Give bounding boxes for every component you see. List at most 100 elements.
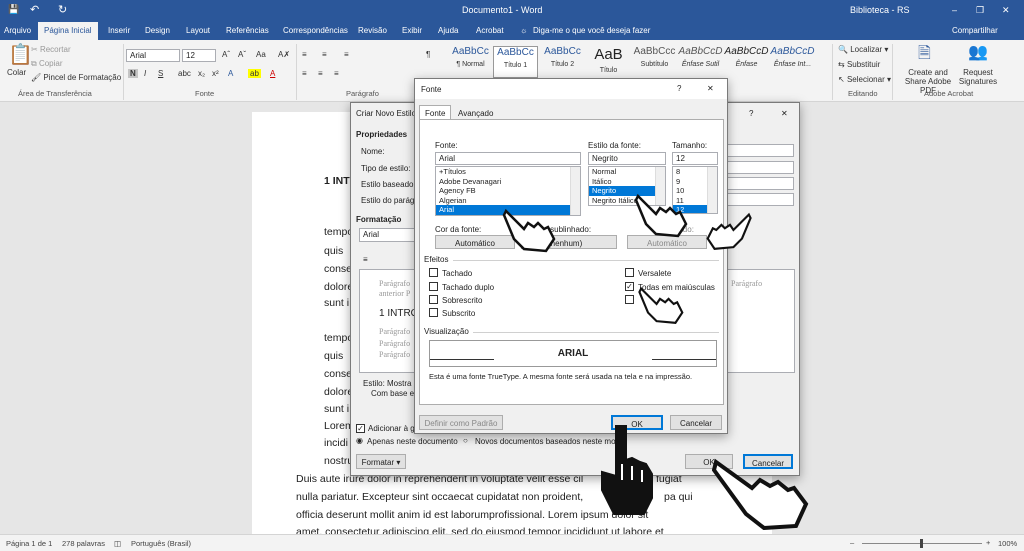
zoom-level[interactable]: 100% xyxy=(998,539,1017,548)
style-enfase-intensa[interactable]: AaBbCcD Ênfase Int... xyxy=(770,46,815,78)
proofing-icon[interactable]: ◫ xyxy=(114,539,121,548)
size-input[interactable]: 12 xyxy=(672,152,718,165)
find-button[interactable]: 🔍 Localizar ▾ xyxy=(838,45,888,54)
clear-format-icon[interactable]: A✗ xyxy=(278,50,290,59)
numbering-icon[interactable]: ≡ xyxy=(322,50,327,59)
bullets-icon[interactable]: ≡ xyxy=(302,50,307,59)
style-titulo[interactable]: AaB Título xyxy=(586,46,631,78)
font-option[interactable]: +Títulos xyxy=(436,167,580,177)
align-icon[interactable]: ≡ xyxy=(363,255,368,264)
paste-button[interactable]: Colar xyxy=(7,68,26,77)
tab-pagina-inicial[interactable]: Página Inicial xyxy=(38,22,98,40)
bold-button[interactable]: N xyxy=(128,69,138,78)
tab-design[interactable]: Design xyxy=(145,26,170,35)
restore-icon[interactable]: ❐ xyxy=(976,5,984,16)
highlight-icon[interactable]: ab xyxy=(248,69,261,78)
multilevel-icon[interactable]: ≡ xyxy=(344,50,349,59)
account-name[interactable]: Biblioteca - RS xyxy=(850,5,910,15)
cut-button[interactable]: ✂ Recortar xyxy=(31,45,71,54)
font-option[interactable]: Agency FB xyxy=(436,186,580,196)
style-titulo2[interactable]: AaBbCc Título 2 xyxy=(540,46,585,78)
minimize-icon[interactable]: – xyxy=(952,5,957,15)
page-count[interactable]: Página 1 de 1 xyxy=(6,539,52,548)
tab-correspondencias[interactable]: Correspondências xyxy=(283,26,348,35)
subscript-checkbox[interactable] xyxy=(429,308,438,317)
next-style-select[interactable] xyxy=(726,193,794,206)
format-painter-button[interactable]: 🖌 Pincel de Formatação xyxy=(31,73,121,82)
select-button[interactable]: ↖ Selecionar ▾ xyxy=(838,75,891,84)
underline-button[interactable]: S xyxy=(158,69,163,78)
subscript-button[interactable]: x₂ xyxy=(198,69,205,78)
font-close-icon[interactable]: ✕ xyxy=(707,84,714,93)
font-color-icon[interactable]: A xyxy=(270,69,275,78)
style-titulo1[interactable]: AaBbCc Título 1 xyxy=(493,46,538,78)
small-caps-checkbox[interactable] xyxy=(625,268,634,277)
share-button[interactable]: Compartilhar xyxy=(952,26,998,35)
superscript-button[interactable]: x² xyxy=(212,69,219,78)
tab-acrobat[interactable]: Acrobat xyxy=(476,26,504,35)
zoom-in-icon[interactable]: + xyxy=(986,538,990,547)
word-count[interactable]: 278 palavras xyxy=(62,539,105,548)
align-right-icon[interactable]: ≡ xyxy=(334,69,339,78)
grow-font-icon[interactable]: Aˆ xyxy=(222,50,230,59)
tab-advanced[interactable]: Avançado xyxy=(458,109,493,118)
style-name-field[interactable] xyxy=(726,144,794,157)
style-subtitulo[interactable]: AaBbCcc Subtítulo xyxy=(632,46,677,78)
style-close-icon[interactable]: ✕ xyxy=(781,109,788,118)
new-docs-radio[interactable]: ○ xyxy=(463,436,468,445)
style-option[interactable]: Normal xyxy=(589,167,665,177)
font-style-input[interactable]: Negrito xyxy=(588,152,666,165)
style-enfase-sutil[interactable]: AaBbCcD Ênfase Sutil xyxy=(678,46,723,78)
tab-revisao[interactable]: Revisão xyxy=(358,26,387,35)
font-option[interactable]: Algerian xyxy=(436,196,580,206)
tell-me-box[interactable]: Diga-me o que você deseja fazer xyxy=(533,26,650,35)
style-type-select[interactable] xyxy=(726,161,794,174)
font-help-icon[interactable]: ? xyxy=(677,84,681,93)
paste-icon[interactable]: 📋 xyxy=(8,42,33,67)
style-help-icon[interactable]: ? xyxy=(749,109,753,118)
zoom-out-icon[interactable]: – xyxy=(850,538,854,547)
strikethrough-button[interactable]: abc xyxy=(178,69,191,78)
italic-button[interactable]: I xyxy=(144,69,146,78)
font-cancel-button[interactable]: Cancelar xyxy=(670,415,722,430)
font-list-scrollbar[interactable] xyxy=(570,167,580,215)
style-option[interactable]: Itálico xyxy=(589,177,665,187)
text-effects-icon[interactable]: A xyxy=(228,69,233,78)
style-enfase[interactable]: AaBbCcD Ênfase xyxy=(724,46,769,78)
save-icon[interactable]: 💾 xyxy=(8,4,19,15)
tab-arquivo[interactable]: Arquivo xyxy=(4,26,31,35)
superscript-checkbox[interactable] xyxy=(429,295,438,304)
replace-button[interactable]: ⇆ Substituir xyxy=(838,60,880,69)
tab-inserir[interactable]: Inserir xyxy=(108,26,130,35)
double-strike-checkbox[interactable] xyxy=(429,282,438,291)
tab-referencias[interactable]: Referências xyxy=(226,26,269,35)
only-doc-radio[interactable]: ◉ xyxy=(356,436,363,445)
align-center-icon[interactable]: ≡ xyxy=(318,69,323,78)
font-name-input[interactable]: Arial xyxy=(435,152,581,165)
based-on-select[interactable] xyxy=(726,177,794,190)
hidden-checkbox[interactable] xyxy=(625,295,634,304)
shrink-font-icon[interactable]: Aˇ xyxy=(238,50,246,59)
style-font-select[interactable]: Arial xyxy=(359,228,415,242)
font-size-box[interactable]: 12 xyxy=(182,49,216,62)
size-list-scrollbar[interactable] xyxy=(707,167,717,213)
set-default-button[interactable]: Definir como Padrão xyxy=(419,415,503,430)
all-caps-checkbox[interactable]: ✓ xyxy=(625,282,634,291)
tab-layout[interactable]: Layout xyxy=(186,26,210,35)
request-signatures-button[interactable]: Request Signatures xyxy=(958,68,998,86)
font-option[interactable]: Adobe Devanagari xyxy=(436,177,580,187)
tab-exibir[interactable]: Exibir xyxy=(402,26,422,35)
align-left-icon[interactable]: ≡ xyxy=(302,69,307,78)
pilcrow-icon[interactable]: ¶ xyxy=(426,50,430,59)
copy-button[interactable]: ⧉ Copiar xyxy=(31,59,63,69)
add-gallery-checkbox[interactable]: ✓ xyxy=(356,424,365,433)
tab-ajuda[interactable]: Ajuda xyxy=(438,26,458,35)
strikethrough-checkbox[interactable] xyxy=(429,268,438,277)
undo-icon[interactable]: ↶ xyxy=(30,3,39,16)
zoom-thumb[interactable] xyxy=(920,539,923,548)
language[interactable]: Português (Brasil) xyxy=(131,539,191,548)
tab-font[interactable]: Fonte xyxy=(419,105,451,120)
close-icon[interactable]: ✕ xyxy=(1002,5,1010,16)
style-normal[interactable]: AaBbCc ¶ Normal xyxy=(448,46,493,78)
redo-icon[interactable]: ↻ xyxy=(58,3,67,16)
